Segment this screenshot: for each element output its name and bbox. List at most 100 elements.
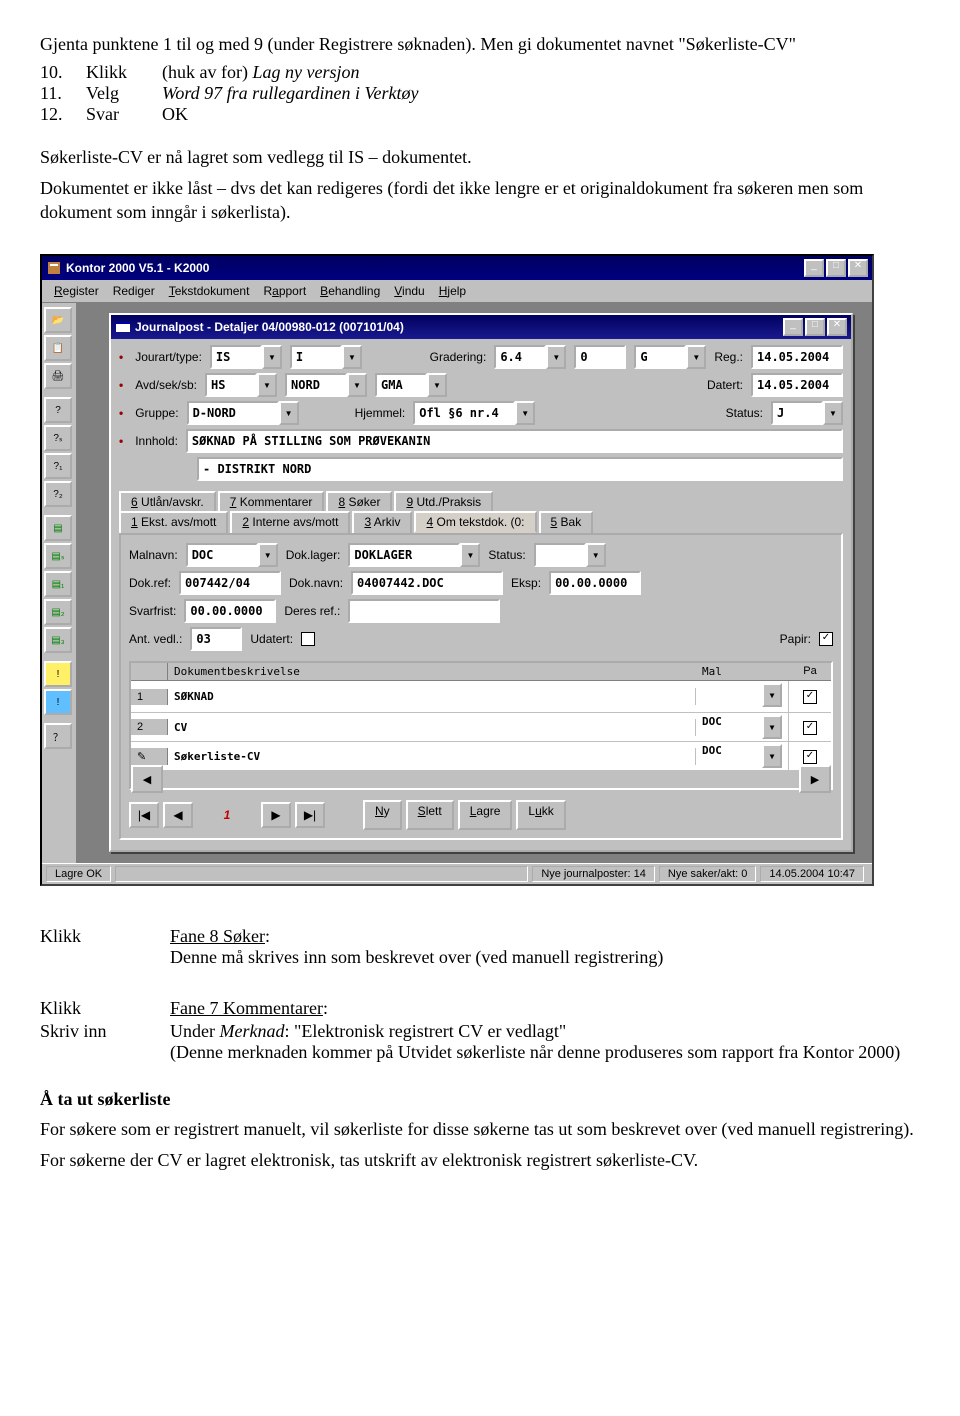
menu-rediger[interactable]: Rediger: [107, 282, 161, 300]
tool-form-2-icon[interactable]: ▤₂: [44, 599, 72, 625]
child-minimize-button[interactable]: _: [783, 318, 803, 336]
innhold2-field[interactable]: - DISTRIKT NORD: [197, 457, 843, 481]
nav-prev-button[interactable]: ◀: [163, 802, 193, 828]
tab-om-tekstdok[interactable]: 4 Om tekstdok. (0:: [414, 511, 536, 533]
grad3-dropdown[interactable]: ▼: [686, 345, 706, 369]
gruppe-dropdown[interactable]: ▼: [279, 401, 299, 425]
tab-ekst-avs[interactable]: 1 Ekst. avs/mott: [119, 511, 228, 533]
child-maximize-button[interactable]: □: [805, 318, 825, 336]
nav-next-button[interactable]: ▶: [261, 802, 291, 828]
tool-question-icon[interactable]: ?: [44, 397, 72, 423]
jourart2-field[interactable]: I: [290, 345, 342, 369]
tool-note-yellow-icon[interactable]: !: [44, 661, 72, 687]
papir-label: Papir:: [780, 632, 811, 646]
avd3-field[interactable]: GMA: [375, 373, 427, 397]
doklager-dropdown[interactable]: ▼: [460, 543, 480, 567]
svarfrist-field[interactable]: 00.00.0000: [184, 599, 276, 623]
doklager-field[interactable]: DOKLAGER: [348, 543, 460, 567]
doknavn-field[interactable]: 04007442.DOC: [351, 571, 503, 595]
menu-vindu[interactable]: Vindu: [388, 282, 430, 300]
avd2-field[interactable]: NORD: [285, 373, 347, 397]
ny-button[interactable]: Ny: [363, 800, 402, 830]
menu-hjelp[interactable]: Hjelp: [433, 282, 472, 300]
tool-form-3-icon[interactable]: ▤₃: [44, 627, 72, 653]
nav-first-button[interactable]: |◀: [129, 802, 159, 828]
doc-row-3[interactable]: ✎ Søkerliste-CV DOC▼ ✓: [131, 742, 831, 771]
avd1-field[interactable]: HS: [205, 373, 257, 397]
eksp-field[interactable]: 00.00.0000: [549, 571, 641, 595]
datert-field[interactable]: 14.05.2004: [751, 373, 843, 397]
avd2-dropdown[interactable]: ▼: [347, 373, 367, 397]
close-button[interactable]: ✕: [848, 259, 868, 277]
menu-behandling[interactable]: Behandling: [314, 282, 386, 300]
tab-interne[interactable]: 2 Interne avs/mott: [230, 511, 350, 533]
reg-field[interactable]: 14.05.2004: [751, 345, 843, 369]
lukk-button[interactable]: Lukk: [516, 800, 565, 830]
innhold1-field[interactable]: SØKNAD PÅ STILLING SOM PRØVEKANIN: [186, 429, 843, 453]
jourart1-dropdown[interactable]: ▼: [262, 345, 282, 369]
row1-pa-checkbox[interactable]: ✓: [803, 690, 817, 704]
scroll-left-icon[interactable]: ◀: [131, 765, 163, 793]
row2-pa-checkbox[interactable]: ✓: [803, 721, 817, 735]
gruppe-field[interactable]: D-NORD: [187, 401, 279, 425]
tool-help-icon[interactable]: ？: [44, 723, 72, 749]
doc-row-2[interactable]: 2 CV DOC▼ ✓: [131, 713, 831, 742]
udatert-checkbox[interactable]: [301, 632, 315, 646]
jourart2-dropdown[interactable]: ▼: [342, 345, 362, 369]
row2-mal-dropdown[interactable]: ▼: [762, 715, 782, 739]
step-rest: OK: [162, 104, 920, 125]
nav-last-button[interactable]: ▶|: [295, 802, 325, 828]
tab-arkiv[interactable]: 3 Arkiv: [352, 511, 412, 533]
tab-bak[interactable]: 5 Bak: [539, 511, 594, 533]
tool-question-1-icon[interactable]: ?₁: [44, 453, 72, 479]
hdr-desc: Dokumentbeskrivelse: [168, 663, 696, 680]
avd1-dropdown[interactable]: ▼: [257, 373, 277, 397]
row1-mal-dropdown[interactable]: ▼: [762, 683, 782, 707]
lagre-button[interactable]: Lagre: [458, 800, 513, 830]
maximize-button[interactable]: □: [826, 259, 846, 277]
menu-rapport[interactable]: Rapport: [257, 282, 312, 300]
tab-kommentarer[interactable]: 7 Kommentarer: [218, 491, 325, 511]
status-dropdown[interactable]: ▼: [823, 401, 843, 425]
slett-button[interactable]: Slett: [406, 800, 454, 830]
row3-pa-checkbox[interactable]: ✓: [803, 750, 817, 764]
grad1-dropdown[interactable]: ▼: [546, 345, 566, 369]
tab-soker[interactable]: 8 Søker: [326, 491, 392, 511]
tool-form-icon[interactable]: ▤: [44, 515, 72, 541]
malnavn-field[interactable]: DOC: [186, 543, 258, 567]
child-close-button[interactable]: ✕: [827, 318, 847, 336]
menu-register[interactable]: RRegisteregister: [48, 282, 105, 300]
tool-print-icon[interactable]: 🖨: [44, 363, 72, 389]
jourart1-field[interactable]: IS: [210, 345, 262, 369]
doc-scrollbar[interactable]: ◀ ▶: [131, 771, 831, 788]
doc-row-1[interactable]: 1 SØKNAD ▼ ✓: [131, 681, 831, 713]
deresref-field[interactable]: [348, 599, 500, 623]
menu-tekstdokument[interactable]: Tekstdokument: [163, 282, 256, 300]
grad2-field[interactable]: 0: [574, 345, 626, 369]
hjemmel-dropdown[interactable]: ▼: [515, 401, 535, 425]
status2-field[interactable]: [534, 543, 586, 567]
minimize-button[interactable]: _: [804, 259, 824, 277]
fane7-link: Fane 7 Kommentarer: [170, 998, 323, 1018]
tool-question-2-icon[interactable]: ?₂: [44, 481, 72, 507]
papir-checkbox[interactable]: ✓: [819, 632, 833, 646]
row3-mal-dropdown[interactable]: ▼: [762, 744, 782, 768]
tab-utlan[interactable]: 6 Utlån/avskr.: [119, 491, 216, 511]
tool-form-s-icon[interactable]: ▤ₛ: [44, 543, 72, 569]
malnavn-dropdown[interactable]: ▼: [258, 543, 278, 567]
status-field[interactable]: J: [771, 401, 823, 425]
grad3-field[interactable]: G: [634, 345, 686, 369]
antvedl-field[interactable]: 03: [190, 627, 242, 651]
tool-list-icon[interactable]: 📋: [44, 335, 72, 361]
tool-form-1-icon[interactable]: ▤₁: [44, 571, 72, 597]
grad1-field[interactable]: 6.4: [494, 345, 546, 369]
avd3-dropdown[interactable]: ▼: [427, 373, 447, 397]
tool-note-blue-icon[interactable]: !: [44, 689, 72, 715]
hjemmel-field[interactable]: Ofl §6 nr.4: [413, 401, 515, 425]
tab-utd-praksis[interactable]: 9 Utd./Praksis: [394, 491, 493, 511]
status2-dropdown[interactable]: ▼: [586, 543, 606, 567]
tool-question-s-icon[interactable]: ?ₛ: [44, 425, 72, 451]
dokref-field[interactable]: 007442/04: [179, 571, 281, 595]
scroll-right-icon[interactable]: ▶: [799, 765, 831, 793]
tool-open-icon[interactable]: 📂: [44, 307, 72, 333]
